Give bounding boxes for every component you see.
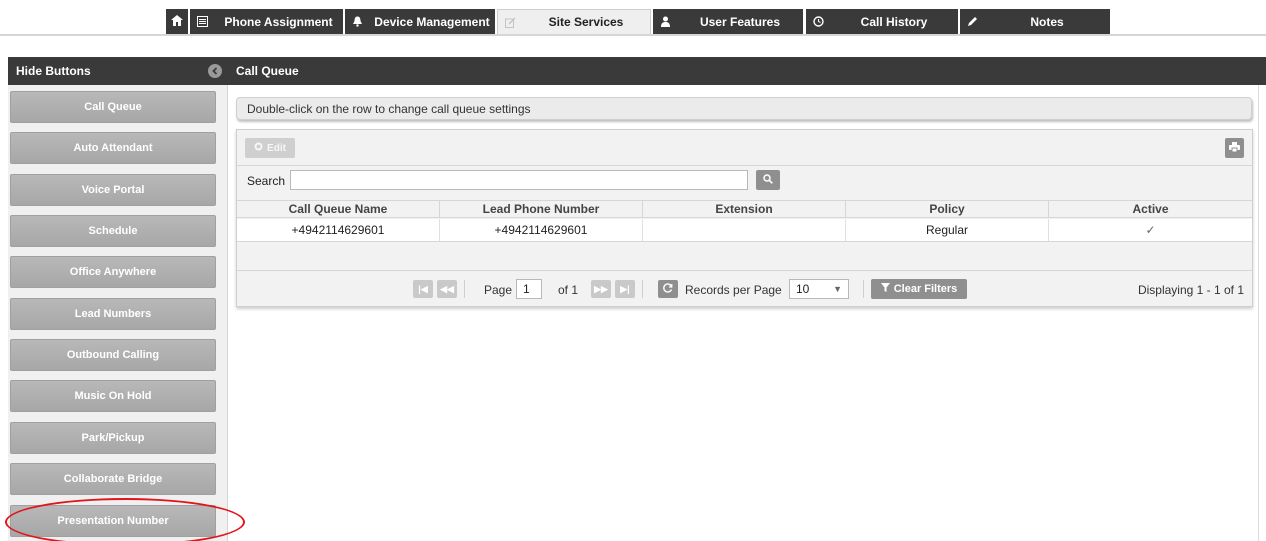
- column-header[interactable]: Active: [1049, 201, 1252, 217]
- panel-title: Call Queue: [236, 64, 299, 78]
- print-button[interactable]: [1225, 138, 1244, 158]
- sidebar-item-voice-portal[interactable]: Voice Portal: [10, 174, 216, 206]
- tab-label: Phone Assignment: [224, 14, 333, 29]
- chevron-left-icon: [211, 64, 219, 78]
- sidebar-item-lead-numbers[interactable]: Lead Numbers: [10, 298, 216, 330]
- call-queue-grid: Edit Search Call Queue Name Lead Phone N…: [236, 129, 1253, 307]
- page-label: Page: [484, 283, 513, 297]
- gear-icon: [254, 142, 263, 154]
- next-page-button[interactable]: ▶▶: [591, 280, 611, 298]
- displaying-count: Displaying 1 - 1 of 1: [1137, 283, 1244, 297]
- records-per-page-label: Records per Page: [685, 283, 782, 297]
- edit-button[interactable]: Edit: [245, 138, 295, 158]
- clock-icon: [806, 16, 830, 27]
- home-tab[interactable]: [166, 9, 188, 34]
- prev-page-button[interactable]: ◀◀: [437, 280, 457, 298]
- tab-notes[interactable]: Notes: [960, 9, 1110, 34]
- user-icon: [653, 16, 677, 27]
- cell-extension: [643, 219, 846, 241]
- list-icon: [190, 16, 214, 27]
- table-header: Call Queue Name Lead Phone Number Extens…: [237, 200, 1252, 218]
- sidebar-item-presentation-number[interactable]: Presentation Number: [10, 505, 216, 537]
- search-row: Search: [237, 167, 1252, 195]
- records-per-page-select[interactable]: 10 ▼: [789, 279, 849, 299]
- cell-call-queue-name: +4942114629601: [237, 219, 440, 241]
- sidebar: Hide Buttons Call Queue Auto Attendant V…: [8, 57, 230, 541]
- cell-lead-phone-number: +4942114629601: [440, 219, 643, 241]
- home-icon: [171, 14, 183, 29]
- last-page-button[interactable]: ▶|: [615, 280, 635, 298]
- tab-phone-assignment[interactable]: Phone Assignment: [190, 9, 343, 34]
- column-header[interactable]: Lead Phone Number: [440, 201, 643, 217]
- tab-label: User Features: [699, 14, 781, 29]
- bell-icon: [345, 16, 369, 27]
- sidebar-header: Hide Buttons: [8, 57, 230, 85]
- top-nav: Phone Assignment Device Management Site …: [0, 0, 1266, 36]
- search-button[interactable]: [756, 170, 780, 190]
- cell-active-checkmark: ✓: [1145, 223, 1156, 237]
- prev-page-icon: ◀◀: [440, 283, 454, 294]
- tab-call-history[interactable]: Call History: [806, 9, 958, 34]
- tab-device-management[interactable]: Device Management: [345, 9, 495, 34]
- tab-label: Device Management: [374, 14, 490, 29]
- tab-label: Site Services: [548, 15, 624, 29]
- sidebar-item-call-queue[interactable]: Call Queue: [10, 91, 216, 123]
- chevron-down-icon: ▼: [833, 284, 842, 294]
- sidebar-item-music-on-hold[interactable]: Music On Hold: [10, 380, 216, 412]
- sidebar-item-collaborate-bridge[interactable]: Collaborate Bridge: [10, 463, 216, 495]
- pager-separator: [642, 280, 643, 298]
- collapse-sidebar-button[interactable]: [208, 64, 222, 78]
- tab-label: Call History: [860, 14, 928, 29]
- refresh-button[interactable]: [658, 280, 678, 298]
- edit-icon: [498, 17, 522, 28]
- panel-border: [1258, 85, 1259, 541]
- pager: |◀ ◀◀ Page 1 of 1 ▶▶ ▶| Records per Page…: [237, 270, 1252, 306]
- column-header[interactable]: Call Queue Name: [237, 201, 440, 217]
- pager-separator: [464, 280, 465, 298]
- first-page-icon: |◀: [418, 283, 428, 294]
- sidebar-item-schedule[interactable]: Schedule: [10, 215, 216, 247]
- column-header[interactable]: Policy: [846, 201, 1049, 217]
- pager-separator: [863, 280, 864, 298]
- clear-filters-button[interactable]: Clear Filters: [871, 279, 967, 299]
- sidebar-item-outbound-calling[interactable]: Outbound Calling: [10, 339, 216, 371]
- sidebar-item-park-pickup[interactable]: Park/Pickup: [10, 422, 216, 454]
- hint-text: Double-click on the row to change call q…: [247, 101, 531, 116]
- clear-filters-label: Clear Filters: [893, 283, 958, 295]
- last-page-icon: ▶|: [620, 283, 630, 294]
- panel-header: Call Queue: [228, 57, 1266, 85]
- first-page-button[interactable]: |◀: [413, 280, 433, 298]
- printer-icon: [1229, 141, 1240, 155]
- search-input[interactable]: [290, 170, 748, 190]
- sidebar-title: Hide Buttons: [16, 64, 91, 78]
- tab-label: Notes: [1030, 14, 1064, 29]
- search-label: Search: [247, 174, 286, 188]
- refresh-icon: [663, 283, 673, 295]
- page-of-label: of 1: [558, 283, 579, 297]
- filter-icon: [880, 283, 890, 295]
- cell-policy: Regular: [846, 219, 1049, 241]
- records-per-page-value: 10: [796, 282, 810, 296]
- search-icon: [763, 173, 773, 187]
- tab-site-services[interactable]: Site Services: [497, 9, 651, 34]
- table-row[interactable]: +4942114629601 +4942114629601 Regular ✓: [237, 219, 1252, 242]
- sidebar-item-auto-attendant[interactable]: Auto Attendant: [10, 132, 216, 164]
- next-page-icon: ▶▶: [594, 283, 608, 294]
- grid-toolbar: Edit: [237, 130, 1252, 166]
- tab-user-features[interactable]: User Features: [653, 9, 803, 34]
- column-header[interactable]: Extension: [643, 201, 846, 217]
- tab-bar-underline: [0, 34, 1266, 36]
- page-input[interactable]: 1: [516, 279, 542, 299]
- pencil-icon: [960, 16, 984, 27]
- sidebar-item-office-anywhere[interactable]: Office Anywhere: [10, 256, 216, 288]
- hint-banner: Double-click on the row to change call q…: [236, 97, 1252, 120]
- edit-label: Edit: [267, 142, 286, 154]
